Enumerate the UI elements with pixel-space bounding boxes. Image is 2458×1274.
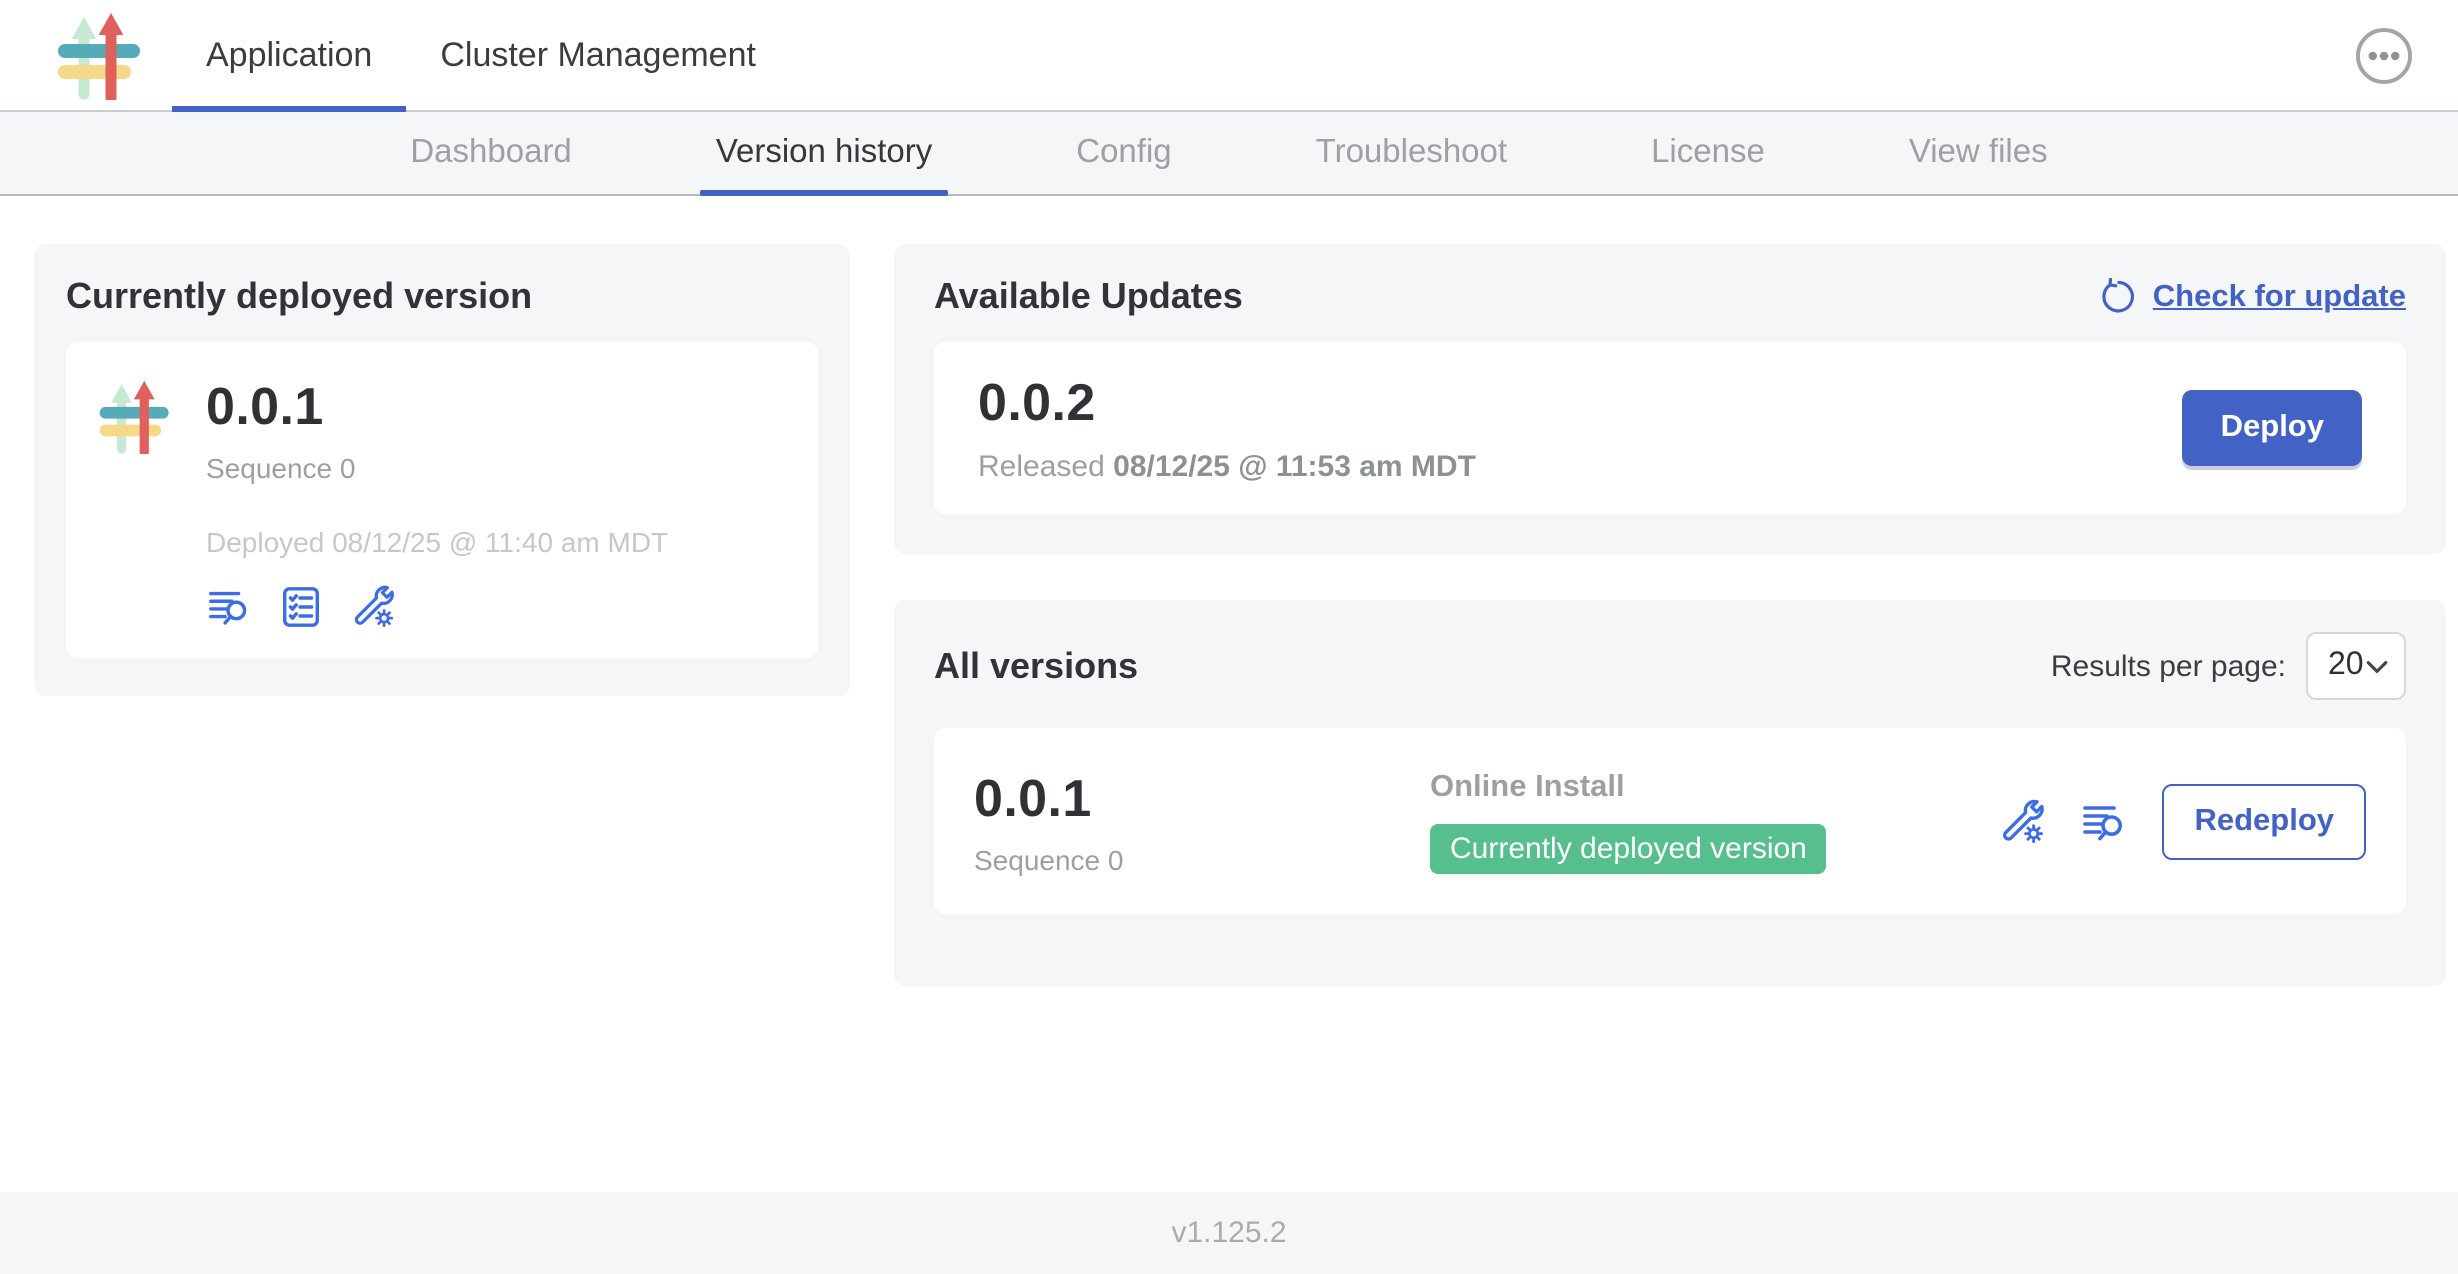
subnav-dashboard-label: Dashboard (410, 134, 571, 172)
check-for-update-label: Check for update (2153, 279, 2406, 315)
deployed-version-details: 0.0.1 Sequence 0 Deployed 08/12/25 @ 11:… (206, 376, 668, 624)
released-date: 08/12/25 @ 11:53 am MDT (1113, 450, 1476, 484)
subnav-license-label: License (1651, 134, 1765, 172)
deployed-version-number: 0.0.1 (206, 376, 668, 438)
update-details: 0.0.2 Released 08/12/25 @ 11:53 am MDT (978, 372, 1476, 484)
tab-application-label: Application (206, 35, 372, 75)
currently-deployed-panel: Currently deployed version 0.0.1 Sequenc… (34, 244, 850, 696)
subnav-version-history-label: Version history (716, 134, 932, 172)
deploy-button[interactable]: Deploy (2183, 390, 2362, 466)
update-released-line: Released 08/12/25 @ 11:53 am MDT (978, 450, 1476, 484)
results-per-page-select[interactable]: 20 (2306, 632, 2406, 700)
version-row-actions: Redeploy (1998, 783, 2366, 859)
right-column: Available Updates Check for update (894, 244, 2446, 1192)
app-subnav: Dashboard Version history Config Trouble… (0, 112, 2458, 196)
version-row-status: Online Install Currently deployed versio… (1430, 769, 1827, 873)
version-row: 0.0.1 Sequence 0 Online Install Currentl… (934, 728, 2406, 914)
deployed-version-timestamp: Deployed 08/12/25 @ 11:40 am MDT (206, 526, 668, 558)
deployed-version-actions (206, 584, 668, 630)
preflight-checks-icon[interactable] (278, 584, 324, 630)
update-version-number: 0.0.2 (978, 372, 1476, 434)
app-logo-icon (98, 380, 172, 454)
diff-icon[interactable] (2080, 797, 2128, 845)
row-version-sequence: Sequence 0 (974, 843, 1430, 875)
subnav-item-version-history[interactable]: Version history (700, 112, 948, 194)
tab-cluster-management[interactable]: Cluster Management (406, 0, 790, 110)
tab-cluster-management-label: Cluster Management (440, 35, 756, 75)
results-per-page-value: 20 (2328, 648, 2364, 684)
refresh-icon (2099, 278, 2137, 316)
results-per-page: Results per page: 20 (2051, 632, 2406, 700)
diff-icon[interactable] (206, 584, 252, 630)
install-type-label: Online Install (1430, 769, 1827, 805)
console-version: v1.125.2 (1171, 1216, 1286, 1250)
available-updates-panel: Available Updates Check for update (894, 244, 2446, 554)
currently-deployed-badge: Currently deployed version (1430, 823, 1827, 873)
admin-console-page: Application Cluster Management Dashboard… (0, 0, 2458, 1274)
redeploy-button[interactable]: Redeploy (2162, 783, 2366, 859)
subnav-item-view-files[interactable]: View files (1893, 112, 2064, 194)
available-updates-header: Available Updates Check for update (934, 276, 2406, 318)
currently-deployed-card: 0.0.1 Sequence 0 Deployed 08/12/25 @ 11:… (66, 342, 818, 658)
console-footer: v1.125.2 (0, 1192, 2458, 1274)
row-version-number: 0.0.1 (974, 767, 1430, 829)
deployed-version-sequence: Sequence 0 (206, 452, 668, 484)
subnav-item-config[interactable]: Config (1060, 112, 1187, 194)
all-versions-panel: All versions Results per page: 20 (894, 600, 2446, 986)
subnav-view-files-label: View files (1909, 134, 2048, 172)
results-per-page-label: Results per page: (2051, 649, 2286, 683)
app-header: Application Cluster Management (0, 0, 2458, 112)
released-label: Released (978, 450, 1105, 484)
available-updates-title: Available Updates (934, 276, 1243, 318)
subnav-item-troubleshoot[interactable]: Troubleshoot (1300, 112, 1523, 194)
subnav-troubleshoot-label: Troubleshoot (1316, 134, 1507, 172)
all-versions-header: All versions Results per page: 20 (934, 632, 2406, 700)
edit-config-icon[interactable] (1998, 797, 2046, 845)
edit-config-icon[interactable] (350, 584, 396, 630)
version-row-details: 0.0.1 Sequence 0 (974, 767, 1430, 875)
viewport: Application Cluster Management Dashboard… (0, 0, 2458, 1274)
subnav-item-license[interactable]: License (1635, 112, 1781, 194)
available-update-row: 0.0.2 Released 08/12/25 @ 11:53 am MDT D… (934, 342, 2406, 514)
overflow-menu-button[interactable] (2352, 24, 2414, 86)
header-tabs: Application Cluster Management (172, 0, 790, 110)
subnav-item-dashboard[interactable]: Dashboard (394, 112, 587, 194)
all-versions-title: All versions (934, 645, 1138, 687)
app-logo-icon (56, 11, 144, 99)
currently-deployed-title: Currently deployed version (66, 276, 818, 318)
main-content: Currently deployed version 0.0.1 Sequenc… (0, 196, 2458, 1192)
ellipsis-icon (2353, 25, 2413, 85)
tab-application[interactable]: Application (172, 0, 406, 110)
subnav-config-label: Config (1076, 134, 1171, 172)
chevron-down-icon (2366, 659, 2388, 673)
check-for-update-link[interactable]: Check for update (2099, 278, 2406, 316)
